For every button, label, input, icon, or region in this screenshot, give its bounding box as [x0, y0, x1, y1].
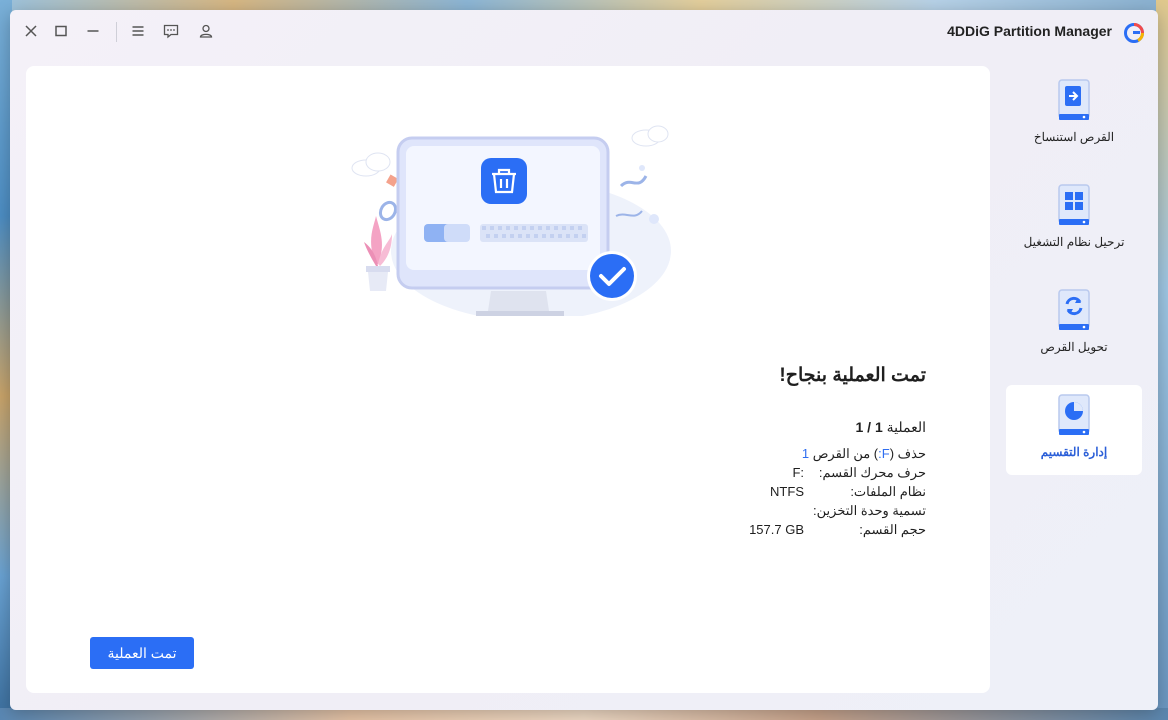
- detail-row-drive-letter: حرف محرك القسم: F:: [506, 463, 926, 482]
- account-icon[interactable]: [195, 20, 217, 42]
- detail-value: F:: [792, 465, 804, 480]
- result-summary: تمت العملية بنجاح! العملية 1 / 1 حذف (F:…: [506, 364, 926, 539]
- action-middle: ) من القرص: [812, 446, 879, 461]
- detail-key: حرف محرك القسم:: [818, 465, 926, 480]
- disk-clone-icon: [1058, 79, 1090, 120]
- sidebar-item-label: تحويل القرص: [1040, 340, 1108, 354]
- feedback-icon[interactable]: [160, 20, 182, 42]
- disk-convert-icon: [1058, 289, 1090, 330]
- success-illustration: [351, 125, 671, 316]
- result-title: تمت العملية بنجاح!: [779, 365, 926, 386]
- detail-row-file-system: نظام الملفات: NTFS: [506, 482, 926, 501]
- app-window: 4DDiG Partition Manager تمت العملية بنجا…: [10, 10, 1158, 710]
- action-prefix: حذف (: [889, 446, 926, 461]
- done-button[interactable]: تمت العملية: [90, 637, 194, 669]
- operation-label: العملية: [886, 419, 926, 435]
- detail-row-partition-size: حجم القسم: 157.7 GB: [506, 520, 926, 539]
- app-title: 4DDiG Partition Manager: [947, 23, 1112, 39]
- title-separator: [116, 22, 117, 42]
- close-icon[interactable]: [20, 20, 42, 42]
- sidebar-item-label: القرص استنساخ: [1033, 130, 1115, 144]
- minimize-icon[interactable]: [82, 20, 104, 42]
- main-panel: تمت العملية بنجاح! العملية 1 / 1 حذف (F:…: [26, 66, 990, 693]
- sidebar-item-os-migration[interactable]: ترحيل نظام التشغيل: [1006, 175, 1142, 265]
- sidebar-item-disk-clone[interactable]: القرص استنساخ: [1006, 70, 1142, 160]
- os-migration-icon: [1058, 184, 1090, 225]
- detail-key: تسمية وحدة التخزين:: [813, 503, 926, 518]
- action-disk: 1: [801, 446, 810, 461]
- maximize-icon[interactable]: [50, 20, 72, 42]
- sidebar-item-label: ترحيل نظام التشغيل: [1023, 235, 1125, 249]
- detail-row-volume-label: تسمية وحدة التخزين:: [506, 501, 926, 520]
- detail-value: [744, 501, 804, 520]
- detail-key: نظام الملفات:: [850, 484, 926, 499]
- detail-value: 157.7 GB: [749, 522, 804, 537]
- partition-manage-icon: [1058, 394, 1090, 435]
- operation-description: حذف (F:) من القرص 1: [506, 444, 926, 463]
- sidebar-item-label: إدارة التقسيم: [1040, 445, 1108, 459]
- action-drive: F:: [878, 446, 890, 461]
- operation-count: العملية 1 / 1: [506, 419, 926, 436]
- title-bar: 4DDiG Partition Manager: [10, 10, 1158, 56]
- app-logo-icon: [1124, 23, 1144, 43]
- detail-key: حجم القسم:: [859, 522, 926, 537]
- sidebar: القرص استنساخ ترحيل نظام التشغيل تحويل ا…: [1006, 70, 1142, 490]
- menu-icon[interactable]: [127, 20, 149, 42]
- detail-value: NTFS: [770, 484, 804, 499]
- operation-count-value: 1 / 1: [855, 419, 883, 435]
- sidebar-item-partition-management[interactable]: إدارة التقسيم: [1006, 385, 1142, 475]
- sidebar-item-disk-convert[interactable]: تحويل القرص: [1006, 280, 1142, 370]
